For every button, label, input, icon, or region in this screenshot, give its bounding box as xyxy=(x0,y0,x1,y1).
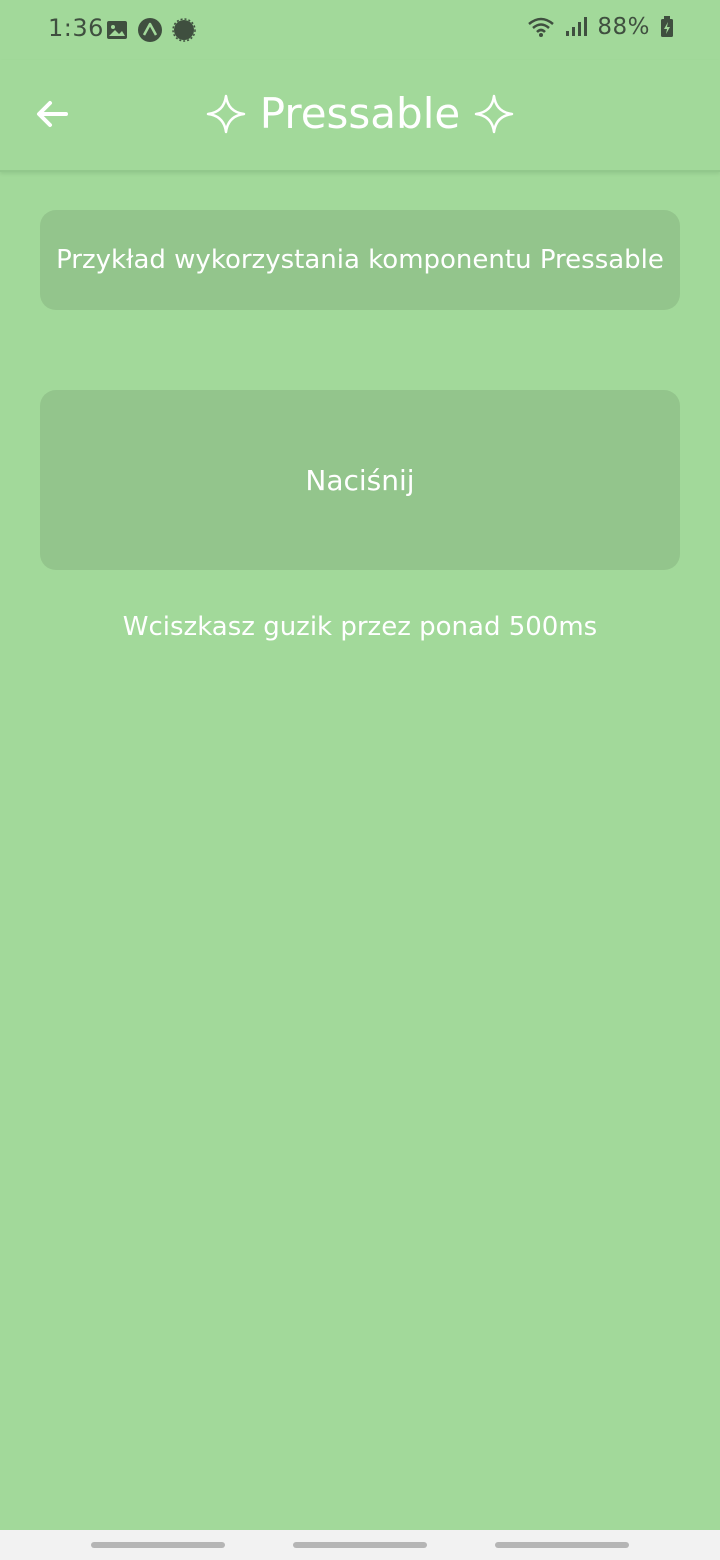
image-icon xyxy=(107,21,127,39)
status-time: 1:36 xyxy=(48,14,104,42)
sparkle-icon xyxy=(474,94,514,134)
notification-icons xyxy=(106,18,196,42)
info-text: Przykład wykorzystania komponentu Pressa… xyxy=(56,245,664,275)
press-button-label: Naciśnij xyxy=(305,463,415,497)
app-header: Pressable xyxy=(0,60,720,172)
header-title-group: Pressable xyxy=(0,86,720,142)
system-nav-bar xyxy=(0,1530,720,1560)
nav-handle-right[interactable] xyxy=(495,1542,629,1548)
expo-icon xyxy=(138,18,162,42)
battery-charging-icon xyxy=(661,16,673,37)
nav-handle-left[interactable] xyxy=(91,1542,225,1548)
press-button[interactable]: Naciśnij xyxy=(40,390,680,570)
battery-percentage: 88% xyxy=(597,14,650,40)
wifi-icon xyxy=(528,17,555,37)
system-status: 88% xyxy=(527,14,674,40)
status-bar: 1:36 88% xyxy=(0,0,720,60)
signal-app-icon xyxy=(172,18,196,42)
info-card: Przykład wykorzystania komponentu Pressa… xyxy=(40,210,680,310)
press-status-text: Wciszkasz guzik przez ponad 500ms xyxy=(122,612,598,642)
sparkle-icon xyxy=(206,94,246,134)
cell-signal-icon xyxy=(566,17,588,36)
page-title: Pressable xyxy=(259,89,461,138)
nav-handle-center[interactable] xyxy=(293,1542,427,1548)
